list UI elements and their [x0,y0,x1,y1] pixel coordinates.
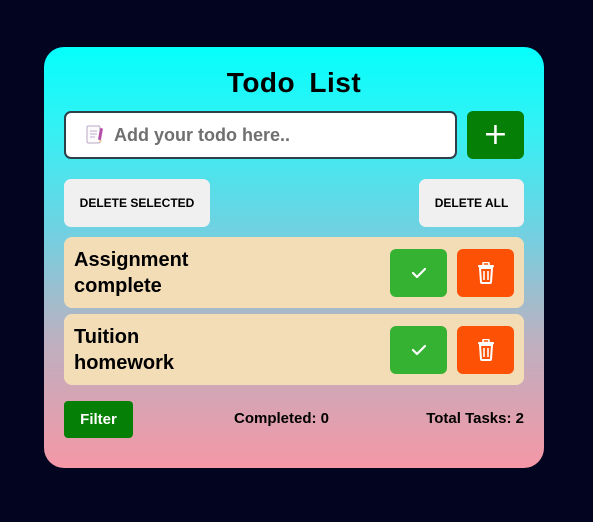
todo-input[interactable] [114,124,434,146]
trash-icon [477,262,494,284]
check-icon [411,267,426,279]
todo-item-text: Assignment complete [74,249,189,297]
todo-item-text: Tuition homework [74,326,175,374]
mark-done-button[interactable] [390,249,447,297]
todo-item[interactable]: Assignment complete [64,237,524,308]
todo-input-container[interactable] [64,111,457,159]
filter-button[interactable]: Filter [64,401,133,438]
delete-todo-button[interactable] [457,326,514,374]
check-icon [411,344,426,356]
trash-icon [477,339,494,361]
todo-item[interactable]: Tuition homework [64,314,524,385]
delete-selected-button[interactable]: DELETE SELECTED [64,179,210,227]
page-title: Todo List [226,67,362,98]
delete-todo-button[interactable] [457,249,514,297]
memo-icon [86,125,103,144]
mark-done-button[interactable] [390,326,447,374]
add-todo-button[interactable]: + [467,111,524,159]
total-tasks-count: Total Tasks: 2 [426,410,524,427]
delete-all-button[interactable]: DELETE ALL [419,179,524,227]
todo-card: Todo List + DELETE SELECTED DELETE ALL A… [44,47,544,468]
completed-count: Completed: 0 [234,410,330,427]
